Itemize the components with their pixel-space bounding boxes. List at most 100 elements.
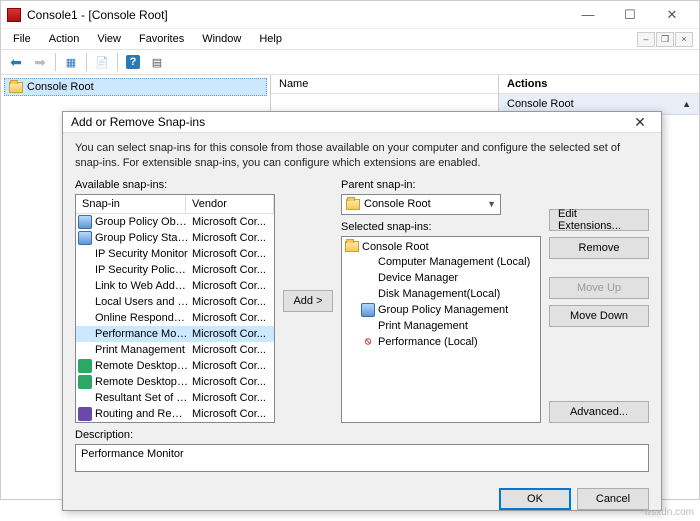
folder-icon	[345, 241, 359, 252]
snapin-name: Group Policy Object ...	[95, 216, 189, 228]
snapin-icon	[361, 271, 375, 285]
selected-snapin-node[interactable]: Print Management	[361, 318, 537, 334]
available-snapins-label: Available snap-ins:	[75, 179, 275, 191]
snapin-icon	[361, 319, 375, 333]
snapin-icon	[78, 343, 92, 357]
snapin-icon	[361, 287, 375, 301]
description-label: Description:	[75, 429, 649, 441]
snapin-name: Routing and Remote...	[95, 408, 189, 420]
snapin-icon	[78, 327, 92, 341]
available-snapin-row[interactable]: Print ManagementMicrosoft Cor...	[76, 342, 274, 358]
snapin-vendor: Microsoft Cor...	[192, 264, 272, 276]
snapin-name: Print Management	[95, 344, 189, 356]
snapin-vendor: Microsoft Cor...	[192, 344, 272, 356]
selected-snapins-tree[interactable]: Console Root Computer Management (Local)…	[341, 236, 541, 423]
snapin-vendor: Microsoft Cor...	[192, 216, 272, 228]
snapin-icon	[78, 231, 92, 245]
available-snapin-row[interactable]: Link to Web AddressMicrosoft Cor...	[76, 278, 274, 294]
selected-snapin-node[interactable]: ⦸Performance (Local)	[361, 334, 537, 350]
snapin-vendor: Microsoft Cor...	[192, 296, 272, 308]
watermark: wsxdn.com	[644, 507, 694, 518]
dialog-title: Add or Remove Snap-ins	[71, 115, 627, 129]
available-snapin-row[interactable]: Remote Desktop Lic...Microsoft Cor...	[76, 374, 274, 390]
snapin-vendor: Microsoft Cor...	[192, 248, 272, 260]
snapin-vendor: Microsoft Cor...	[192, 376, 272, 388]
dialog-overlay: Add or Remove Snap-ins ✕ You can select …	[0, 0, 700, 521]
snapin-name: Resultant Set of Policy	[95, 392, 189, 404]
snapin-icon	[361, 303, 375, 317]
snapin-icon	[78, 247, 92, 261]
available-snapin-row[interactable]: Local Users and Gro...Microsoft Cor...	[76, 294, 274, 310]
selected-snapin-label: Group Policy Management	[378, 304, 508, 316]
advanced-button[interactable]: Advanced...	[549, 401, 649, 423]
add-remove-snapins-dialog: Add or Remove Snap-ins ✕ You can select …	[62, 111, 662, 511]
move-up-button[interactable]: Move Up	[549, 277, 649, 299]
snapin-vendor: Microsoft Cor...	[192, 232, 272, 244]
selected-snapin-label: Performance (Local)	[378, 336, 478, 348]
parent-snapin-value: Console Root	[364, 198, 431, 210]
snapin-vendor: Microsoft Cor...	[192, 312, 272, 324]
description-field: Performance Monitor	[75, 444, 649, 472]
snapin-icon	[78, 375, 92, 389]
edit-extensions-button[interactable]: Edit Extensions...	[549, 209, 649, 231]
snapin-icon: ⦸	[361, 335, 375, 349]
dialog-close-button[interactable]: ✕	[627, 112, 653, 132]
snapin-icon	[78, 407, 92, 421]
snapin-icon	[78, 295, 92, 309]
parent-snapin-label: Parent snap-in:	[341, 179, 541, 191]
available-snapin-row[interactable]: Performance MonitorMicrosoft Cor...	[76, 326, 274, 342]
column-snapin[interactable]: Snap-in	[76, 195, 186, 213]
available-snapin-row[interactable]: Routing and Remote...Microsoft Cor...	[76, 406, 274, 421]
selected-snapin-node[interactable]: Disk Management(Local)	[361, 286, 537, 302]
available-snapin-row[interactable]: IP Security Policy M...Microsoft Cor...	[76, 262, 274, 278]
selected-snapin-node[interactable]: Device Manager	[361, 270, 537, 286]
selected-snapin-label: Computer Management (Local)	[378, 256, 530, 268]
tree-root-label: Console Root	[362, 241, 429, 253]
remove-button[interactable]: Remove	[549, 237, 649, 259]
selected-snapin-label: Disk Management(Local)	[378, 288, 500, 300]
snapin-icon	[78, 263, 92, 277]
snapin-icon	[78, 359, 92, 373]
snapin-name: Link to Web Address	[95, 280, 189, 292]
snapin-vendor: Microsoft Cor...	[192, 280, 272, 292]
tree-root-node[interactable]: Console Root	[345, 240, 537, 254]
selected-snapin-label: Print Management	[378, 320, 468, 332]
folder-icon	[346, 199, 360, 210]
snapin-icon	[78, 279, 92, 293]
selected-snapin-node[interactable]: Computer Management (Local)	[361, 254, 537, 270]
snapin-name: IP Security Monitor	[95, 248, 189, 260]
snapin-vendor: Microsoft Cor...	[192, 408, 272, 420]
add-button[interactable]: Add >	[283, 290, 333, 312]
snapin-vendor: Microsoft Cor...	[192, 392, 272, 404]
chevron-down-icon: ▼	[487, 199, 496, 209]
snapin-vendor: Microsoft Cor...	[192, 360, 272, 372]
snapin-name: Local Users and Gro...	[95, 296, 189, 308]
snapin-icon	[78, 215, 92, 229]
snapin-name: Remote Desktop Lic...	[95, 376, 189, 388]
selected-snapin-node[interactable]: Group Policy Management	[361, 302, 537, 318]
dialog-titlebar[interactable]: Add or Remove Snap-ins ✕	[63, 112, 661, 133]
available-snapin-row[interactable]: Group Policy Starter...Microsoft Cor...	[76, 230, 274, 246]
snapin-icon	[78, 391, 92, 405]
snapin-vendor: Microsoft Cor...	[192, 328, 272, 340]
ok-button[interactable]: OK	[499, 488, 571, 510]
available-snapin-row[interactable]: IP Security MonitorMicrosoft Cor...	[76, 246, 274, 262]
available-snapin-row[interactable]: Resultant Set of PolicyMicrosoft Cor...	[76, 390, 274, 406]
snapin-name: Remote Desktop Ga...	[95, 360, 189, 372]
parent-snapin-combo[interactable]: Console Root ▼	[341, 194, 501, 215]
column-vendor[interactable]: Vendor	[186, 195, 274, 213]
snapin-name: Online Responder M...	[95, 312, 189, 324]
dialog-intro-text: You can select snap-ins for this console…	[75, 141, 649, 171]
available-snapin-row[interactable]: Group Policy Object ...Microsoft Cor...	[76, 214, 274, 230]
snapin-icon	[78, 311, 92, 325]
snapin-name: Group Policy Starter...	[95, 232, 189, 244]
snapin-icon	[361, 255, 375, 269]
snapin-name: IP Security Policy M...	[95, 264, 189, 276]
move-down-button[interactable]: Move Down	[549, 305, 649, 327]
available-snapins-list[interactable]: Snap-in Vendor Group Policy Object ...Mi…	[75, 194, 275, 423]
cancel-button[interactable]: Cancel	[577, 488, 649, 510]
snapin-name: Performance Monitor	[95, 328, 189, 340]
available-snapin-row[interactable]: Online Responder M...Microsoft Cor...	[76, 310, 274, 326]
selected-snapin-label: Device Manager	[378, 272, 458, 284]
available-snapin-row[interactable]: Remote Desktop Ga...Microsoft Cor...	[76, 358, 274, 374]
